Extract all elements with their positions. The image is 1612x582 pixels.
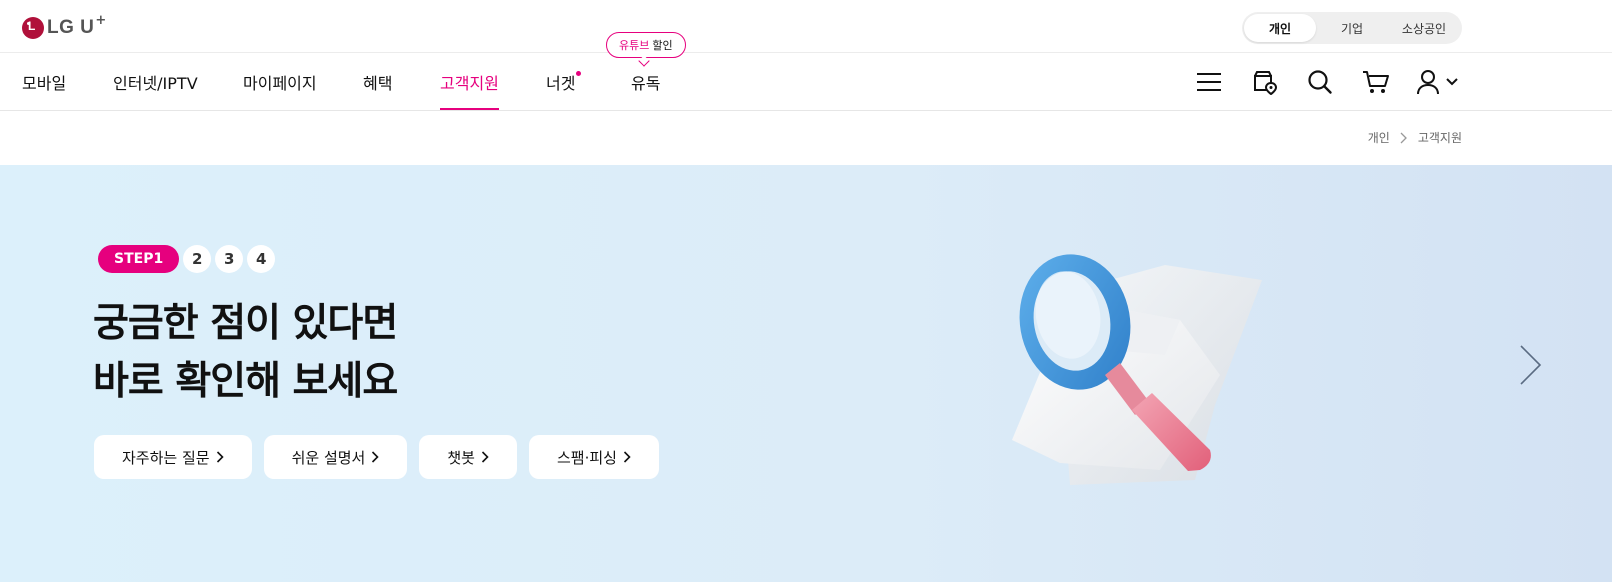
carousel-next-arrow-icon[interactable] [1518,343,1544,387]
magnifier-documents-illustration [1012,254,1262,485]
youtube-discount-bubble[interactable]: 유튜브 할인 [606,32,686,58]
hero-banner: STEP1 2 3 4 궁금한 점이 있다면 바로 확인해 보세요 자주하는 질… [0,165,1612,582]
promo-text: 할인 [652,39,673,52]
menu-icon[interactable] [1195,68,1223,96]
step-2-button[interactable]: 2 [183,245,212,273]
nav-item-nugget-label: 너겟 [546,74,576,93]
chevron-right-icon [216,451,224,463]
chevron-down-icon [1446,78,1458,86]
chevron-right-icon [1400,132,1408,144]
segment-small-business[interactable]: 소상공인 [1388,14,1460,42]
segment-personal[interactable]: 개인 [1244,14,1316,42]
step-1-badge[interactable]: STEP1 [98,245,180,273]
chevron-right-icon [371,451,379,463]
cart-icon[interactable] [1362,68,1390,96]
new-dot-badge [576,71,582,76]
step-4-button[interactable]: 4 [247,245,276,273]
top-bar: LG U + 개인 기업 소상공인 [0,0,1612,53]
chevron-right-icon [481,451,489,463]
chatbot-label: 챗봇 [447,448,475,467]
user-menu[interactable] [1417,68,1461,96]
nav-item-mypage[interactable]: 마이페이지 [243,53,317,111]
search-icon[interactable] [1306,68,1334,96]
breadcrumb-item-personal[interactable]: 개인 [1368,129,1390,146]
nav-item-customer-support[interactable]: 고객지원 [440,53,499,111]
chevron-right-icon [623,451,631,463]
user-icon [1417,70,1439,95]
spam-phishing-button[interactable]: 스팸·피싱 [528,435,659,479]
logo-plus: + [95,12,107,28]
lg-uplus-logo[interactable]: LG U + [22,12,107,40]
step-indicator: STEP1 2 3 4 [98,245,276,273]
quick-links: 자주하는 질문 쉬운 설명서 챗봇 스팸·피싱 [94,435,671,479]
promo-highlight: 유튜브 [619,39,650,52]
nav-item-mobile[interactable]: 모바일 [22,53,66,111]
logo-text: LG U [47,17,95,38]
easy-guide-label: 쉬운 설명서 [291,448,366,467]
segment-business[interactable]: 기업 [1316,14,1388,42]
breadcrumb-item-support: 고객지원 [1417,131,1462,145]
step-3-button[interactable]: 3 [215,245,244,273]
customer-type-switch: 개인 기업 소상공인 [1242,12,1462,44]
easy-guide-button[interactable]: 쉬운 설명서 [263,435,408,479]
nav-item-nugget[interactable]: 너겟 [546,53,582,111]
nav-item-benefits[interactable]: 혜택 [363,53,392,111]
nav-item-internet-iptv[interactable]: 인터넷/IPTV [113,53,198,111]
hero-title-line-2: 바로 확인해 보세요 [93,359,398,404]
hero-title: 궁금한 점이 있다면 바로 확인해 보세요 [93,295,398,411]
lg-logo-icon [22,17,44,39]
breadcrumb: 개인 고객지원 [1368,129,1462,146]
faq-button[interactable]: 자주하는 질문 [94,435,252,479]
chatbot-button[interactable]: 챗봇 [419,435,517,479]
store-location-icon[interactable] [1251,68,1279,96]
hero-title-line-1: 궁금한 점이 있다면 [93,301,398,346]
faq-label: 자주하는 질문 [122,448,210,467]
spam-phishing-label: 스팸·피싱 [556,448,617,467]
